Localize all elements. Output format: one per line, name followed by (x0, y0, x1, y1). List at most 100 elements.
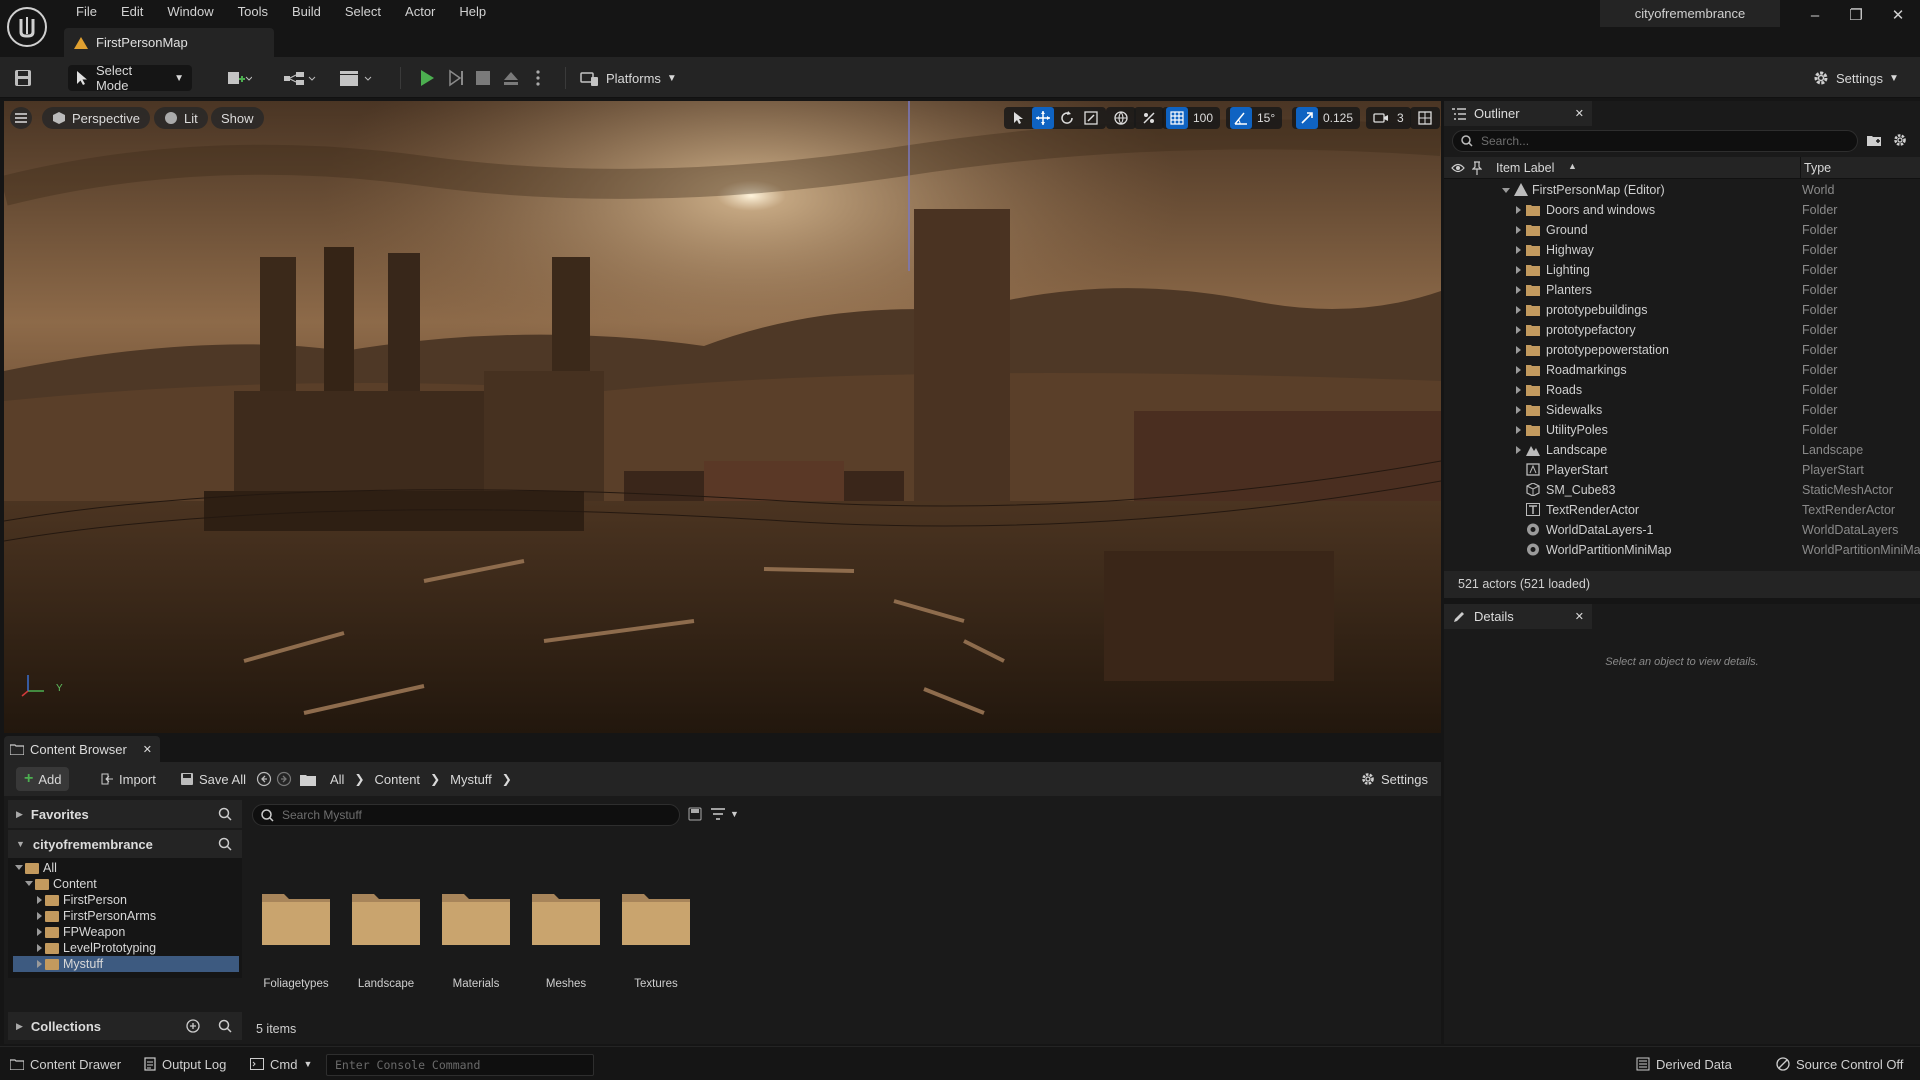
tree-item-mystuff[interactable]: Mystuff (13, 956, 239, 972)
surface-snap-icon[interactable] (1138, 107, 1160, 129)
asset-folder[interactable]: Textures (616, 890, 696, 990)
close-icon[interactable]: ✕ (1575, 610, 1584, 623)
camera-speed-control[interactable]: 3 (1366, 107, 1411, 129)
close-icon[interactable]: ✕ (143, 743, 152, 756)
chevron-down-icon[interactable] (1502, 188, 1510, 193)
favorites-section[interactable]: ▶ Favorites (8, 800, 242, 828)
col-item-label[interactable]: Item Label (1496, 161, 1554, 175)
menu-actor[interactable]: Actor (393, 3, 447, 23)
outliner-row-actor[interactable]: WorldDataLayers-1 WorldDataLayers (1444, 520, 1920, 540)
minimize-button[interactable]: – (1805, 6, 1825, 26)
eject-button[interactable] (502, 65, 520, 91)
search-icon[interactable] (218, 837, 232, 851)
translate-tool-icon[interactable] (1032, 107, 1054, 129)
level-viewport[interactable]: Perspective Lit Show 100 15° 0.125 3 Y (4, 101, 1441, 733)
scale-snap-control[interactable]: 0.125 (1292, 107, 1361, 129)
settings-dropdown[interactable]: Settings ▼ (1812, 65, 1899, 91)
asset-folder[interactable]: Meshes (526, 890, 606, 990)
breadcrumb-content[interactable]: Content (375, 772, 421, 787)
chevron-right-icon[interactable] (1516, 446, 1521, 454)
outliner-row-actor[interactable]: WorldPartitionMiniMap WorldPartitionMiniM… (1444, 540, 1920, 560)
details-tab[interactable]: Details ✕ (1444, 604, 1592, 629)
outliner-row-folder[interactable]: prototypebuildings Folder (1444, 300, 1920, 320)
outliner-row-folder[interactable]: Roads Folder (1444, 380, 1920, 400)
perspective-button[interactable]: Perspective (42, 107, 150, 129)
menu-tools[interactable]: Tools (226, 3, 280, 23)
chevron-right-icon[interactable] (1516, 226, 1521, 234)
outliner-row-folder[interactable]: prototypefactory Folder (1444, 320, 1920, 340)
level-tab[interactable]: FirstPersonMap (64, 28, 274, 57)
asset-folder[interactable]: Foliagetypes (256, 890, 336, 990)
menu-select[interactable]: Select (333, 3, 393, 23)
derived-data-button[interactable]: Derived Data (1630, 1053, 1738, 1075)
console-command-input[interactable]: Enter Console Command (326, 1054, 594, 1076)
tree-item-firstpersonarms[interactable]: FirstPersonArms (13, 908, 239, 924)
outliner-row-folder[interactable]: Doors and windows Folder (1444, 200, 1920, 220)
outliner-row-actor[interactable]: TextRenderActor TextRenderActor (1444, 500, 1920, 520)
asset-folder[interactable]: Landscape (346, 890, 426, 990)
outliner-row-folder[interactable]: UtilityPoles Folder (1444, 420, 1920, 440)
chevron-right-icon[interactable] (1516, 246, 1521, 254)
chevron-right-icon[interactable] (1516, 386, 1521, 394)
cmd-dropdown[interactable]: Cmd ▼ (244, 1053, 318, 1075)
view-mode-button[interactable]: Lit (154, 107, 208, 129)
play-options-button[interactable] (535, 65, 541, 91)
eye-icon[interactable] (1451, 162, 1465, 174)
menu-file[interactable]: File (64, 3, 109, 23)
outliner-row-world[interactable]: FirstPersonMap (Editor) World (1444, 180, 1920, 200)
outliner-row-folder[interactable]: Planters Folder (1444, 280, 1920, 300)
outliner-tab[interactable]: Outliner ✕ (1444, 101, 1592, 126)
scale-snap-icon[interactable] (1296, 107, 1318, 129)
tree-item-levelprototyping[interactable]: LevelPrototyping (13, 940, 239, 956)
outliner-row-landscape[interactable]: Landscape Landscape (1444, 440, 1920, 460)
folder-browse-button[interactable] (296, 767, 320, 791)
tree-item-content[interactable]: Content (13, 876, 239, 892)
menu-edit[interactable]: Edit (109, 3, 155, 23)
asset-search-input[interactable]: Search Mystuff (252, 804, 680, 826)
menu-window[interactable]: Window (155, 3, 225, 23)
chevron-right-icon[interactable] (1516, 406, 1521, 414)
chevron-right-icon[interactable] (1516, 346, 1521, 354)
cinematics-button[interactable] (338, 65, 376, 91)
project-section[interactable]: ▼ cityofremembrance (8, 830, 242, 858)
outliner-row-folder[interactable]: Roadmarkings Folder (1444, 360, 1920, 380)
pin-icon[interactable] (1472, 161, 1482, 175)
search-icon[interactable] (218, 1019, 232, 1033)
save-search-icon[interactable] (688, 807, 702, 821)
breadcrumb-mystuff[interactable]: Mystuff (450, 772, 492, 787)
outliner-settings-icon[interactable] (1892, 132, 1908, 148)
save-level-button[interactable] (14, 65, 32, 91)
history-back-button[interactable] (254, 767, 274, 791)
tree-item-firstperson[interactable]: FirstPerson (13, 892, 239, 908)
select-tool-icon[interactable] (1008, 107, 1030, 129)
grid-snap-icon[interactable] (1166, 107, 1188, 129)
import-button[interactable]: Import (92, 767, 164, 791)
viewport-menu-button[interactable] (10, 107, 32, 129)
close-window-button[interactable]: ✕ (1888, 6, 1908, 26)
outliner-row-folder[interactable]: prototypepowerstation Folder (1444, 340, 1920, 360)
stop-button[interactable] (475, 65, 491, 91)
add-collection-icon[interactable] (186, 1019, 200, 1033)
outliner-row-folder[interactable]: Highway Folder (1444, 240, 1920, 260)
filter-dropdown[interactable]: ▼ (710, 807, 739, 821)
content-browser-tab[interactable]: Content Browser ✕ (4, 736, 160, 762)
chevron-right-icon[interactable] (1516, 206, 1521, 214)
search-icon[interactable] (218, 807, 232, 821)
breadcrumb-all[interactable]: All (330, 772, 344, 787)
rotate-tool-icon[interactable] (1056, 107, 1078, 129)
rotation-snap-control[interactable]: 15° (1226, 107, 1283, 129)
play-button[interactable] (418, 65, 436, 91)
history-forward-button[interactable] (274, 767, 294, 791)
tree-item-all[interactable]: All (13, 860, 239, 876)
viewport-layout-button[interactable] (1410, 107, 1440, 129)
close-icon[interactable]: ✕ (1575, 107, 1584, 120)
save-all-button[interactable]: Save All (172, 767, 254, 791)
add-button[interactable]: + Add (16, 767, 70, 791)
breadcrumb-separator-icon[interactable]: ❯ (502, 772, 512, 786)
grid-snap-control[interactable]: 100 (1162, 107, 1221, 129)
blueprints-button[interactable] (282, 65, 320, 91)
chevron-right-icon[interactable] (1516, 326, 1521, 334)
select-mode-dropdown[interactable]: Select Mode ▼ (68, 63, 192, 93)
chevron-right-icon[interactable] (1516, 266, 1521, 274)
add-folder-icon[interactable] (1866, 133, 1882, 147)
